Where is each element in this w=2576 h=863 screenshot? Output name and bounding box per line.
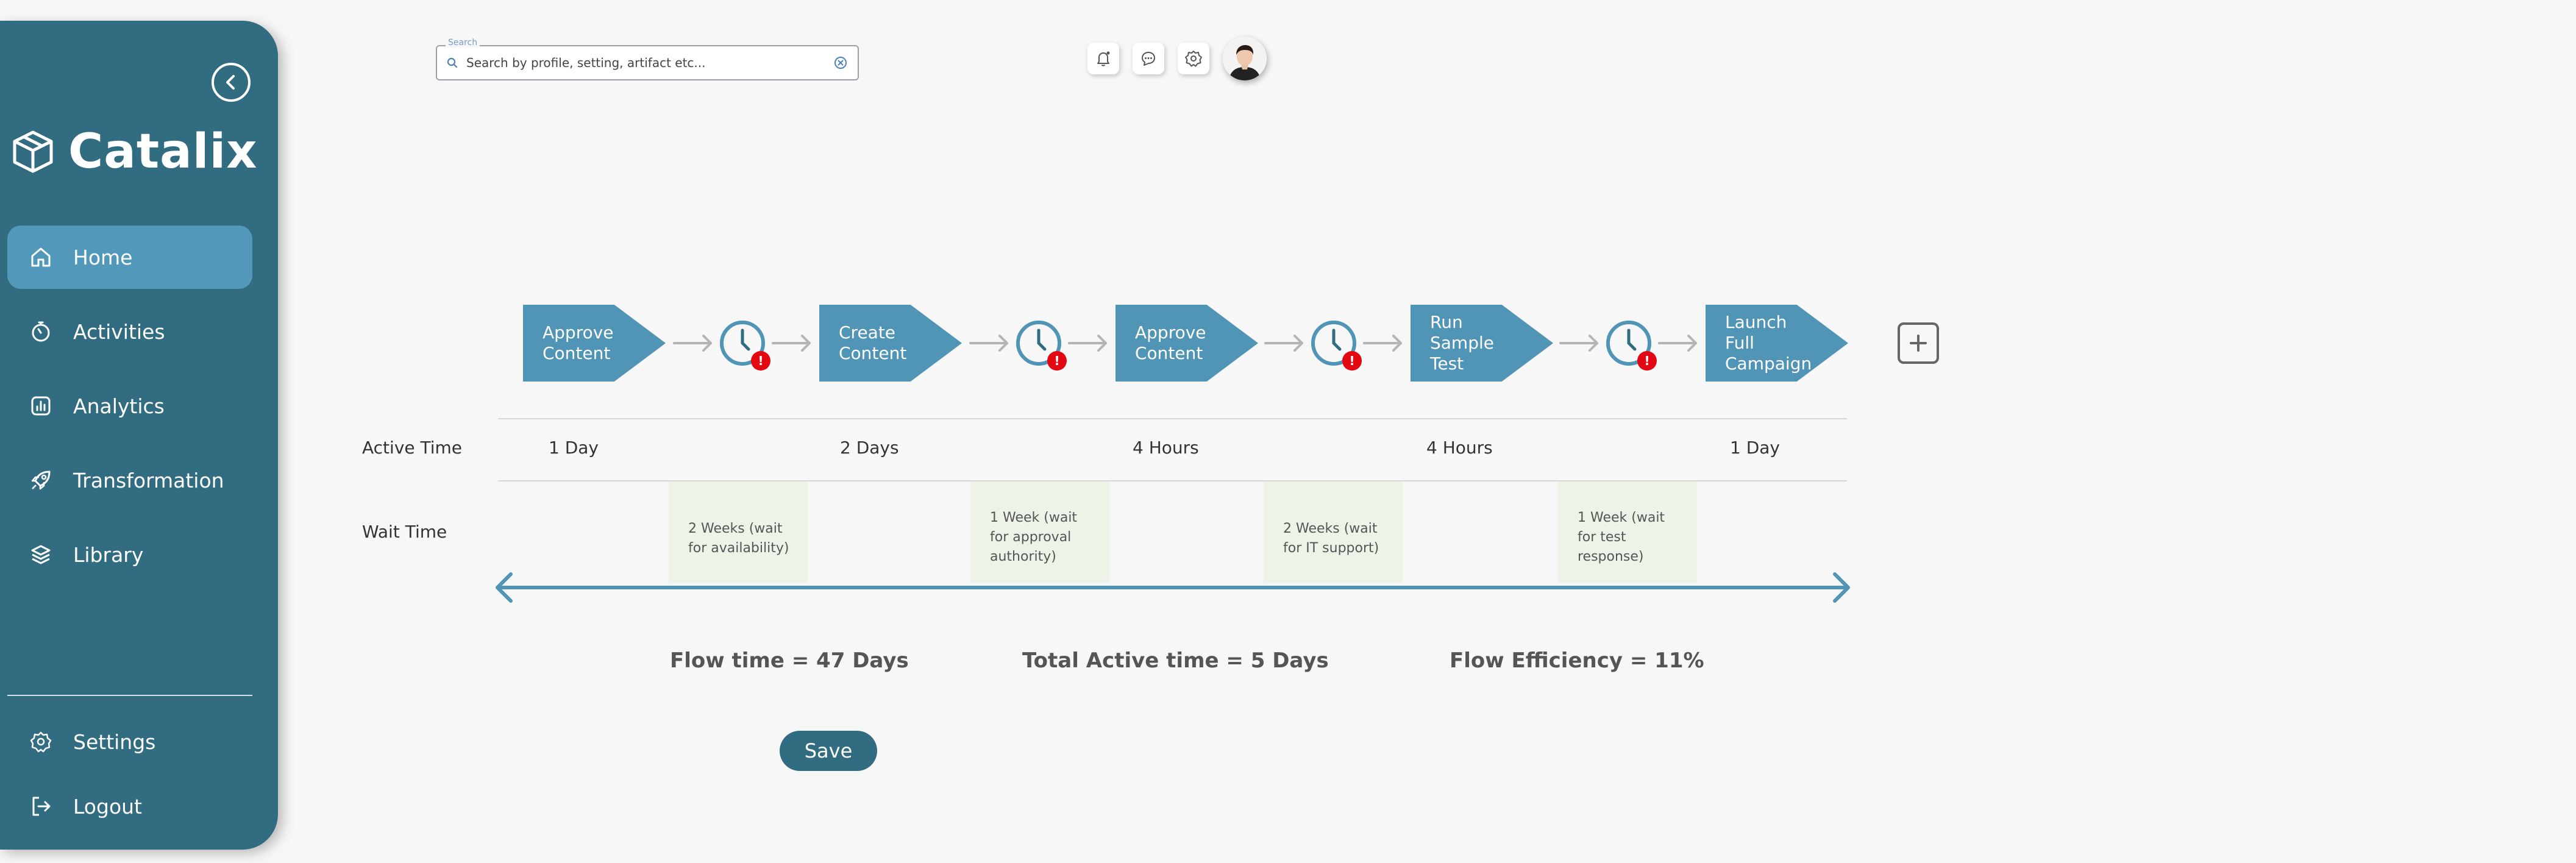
wait-time-cell: 2 Weeks (wait for availability) — [669, 481, 808, 583]
chevron-left-icon — [226, 75, 235, 90]
settings-button[interactable] — [1178, 43, 1209, 74]
wait-time-cell: 1 Week (wait for test response) — [1558, 481, 1697, 583]
main-nav: Home Activities Analytics Transformation… — [7, 226, 252, 597]
active-time-value: 1 Day — [1730, 438, 1781, 458]
flow-time-metric: Flow time = 47 Days — [670, 648, 909, 673]
avatar[interactable] — [1223, 37, 1267, 80]
wait-connector: ! — [1559, 321, 1697, 371]
add-step-button[interactable] — [1898, 322, 1939, 364]
layers-icon — [28, 542, 54, 567]
sidebar-item-label: Activities — [73, 319, 165, 344]
search-box: Search — [436, 38, 859, 80]
active-time-value: 4 Hours — [1133, 438, 1199, 458]
chart-icon — [28, 393, 54, 419]
timeline-arrow — [496, 572, 1850, 603]
sidebar-item-label: Library — [73, 542, 144, 567]
bell-icon — [1097, 51, 1110, 66]
sidebar-item-analytics[interactable]: Analytics — [7, 374, 252, 438]
sidebar-item-label: Home — [73, 245, 133, 269]
wait-marker: ! — [1054, 353, 1059, 368]
sidebar-item-library[interactable]: Library — [7, 523, 252, 586]
sidebar: Catalix Home Activities Analytics Transf… — [0, 21, 278, 850]
rocket-icon — [28, 467, 54, 493]
gear-icon — [1185, 51, 1202, 67]
search-legend: Search — [446, 38, 480, 48]
wait-time-label: Wait Time — [362, 522, 447, 542]
active-time-value: 2 Days — [840, 438, 899, 458]
sidebar-item-logout[interactable]: Logout — [7, 774, 252, 839]
messages-button[interactable] — [1133, 43, 1164, 74]
flow-step-label: Launch Full Campaign — [1725, 312, 1812, 374]
clear-search-icon[interactable] — [833, 55, 848, 70]
active-time-value: 4 Hours — [1426, 438, 1493, 458]
wait-marker: ! — [1644, 353, 1649, 368]
flow-step[interactable]: Approve Content — [523, 305, 666, 382]
active-time-value: 1 Day — [549, 438, 599, 458]
flow-step[interactable]: Create Content — [819, 305, 962, 382]
chat-icon — [1142, 52, 1155, 66]
sidebar-item-transformation[interactable]: Transformation — [7, 449, 252, 512]
flow-step-label: Create Content — [839, 322, 907, 363]
flow-step[interactable]: Launch Full Campaign — [1706, 305, 1848, 382]
sidebar-divider — [7, 695, 252, 696]
logout-icon — [28, 794, 54, 819]
flow-step-label: Run Sample Test — [1430, 312, 1494, 374]
flow-step-label: Approve Content — [1135, 322, 1206, 363]
wait-time-cell: 1 Week (wait for approval authority) — [970, 481, 1109, 583]
active-time-metric: Total Active time = 5 Days — [1022, 648, 1329, 673]
brand: Catalix — [10, 124, 258, 179]
sidebar-item-label: Settings — [73, 730, 156, 754]
brand-name: Catalix — [68, 124, 258, 179]
sidebar-item-label: Logout — [73, 794, 142, 819]
flow-step[interactable]: Run Sample Test — [1411, 305, 1553, 382]
search-input[interactable] — [466, 55, 833, 70]
flow-step[interactable]: Approve Content — [1115, 305, 1258, 382]
home-icon — [28, 244, 54, 270]
wait-connector: ! — [1264, 321, 1402, 371]
wait-time-cell: 2 Weeks (wait for IT support) — [1264, 481, 1403, 583]
sidebar-item-settings[interactable]: Settings — [7, 709, 252, 774]
sidebar-item-label: Analytics — [73, 394, 165, 418]
sidebar-item-home[interactable]: Home — [7, 226, 252, 289]
bottom-nav: Settings Logout — [7, 709, 252, 839]
wait-marker: ! — [1349, 353, 1354, 368]
active-time-label: Active Time — [362, 438, 463, 458]
value-stream-flow: Approve Content ! Create Content ! Appro… — [523, 305, 1986, 382]
gear-icon — [28, 729, 54, 755]
sidebar-item-label: Transformation — [73, 468, 224, 492]
cube-icon — [13, 130, 53, 173]
wait-connector: ! — [673, 321, 811, 371]
header-icons — [1087, 37, 1267, 80]
save-button[interactable]: Save — [780, 731, 877, 771]
stopwatch-icon — [28, 319, 54, 344]
wait-marker: ! — [758, 353, 763, 368]
flow-step-label: Approve Content — [543, 322, 614, 363]
user-avatar-icon — [1223, 37, 1267, 80]
plus-icon — [1910, 335, 1927, 352]
flow-efficiency-metric: Flow Efficiency = 11% — [1450, 648, 1704, 673]
collapse-sidebar-button[interactable] — [212, 63, 251, 102]
search-icon — [447, 57, 458, 68]
wait-connector: ! — [969, 321, 1107, 371]
notifications-button[interactable] — [1087, 43, 1119, 74]
sidebar-item-activities[interactable]: Activities — [7, 300, 252, 363]
table-divider — [498, 418, 1847, 419]
